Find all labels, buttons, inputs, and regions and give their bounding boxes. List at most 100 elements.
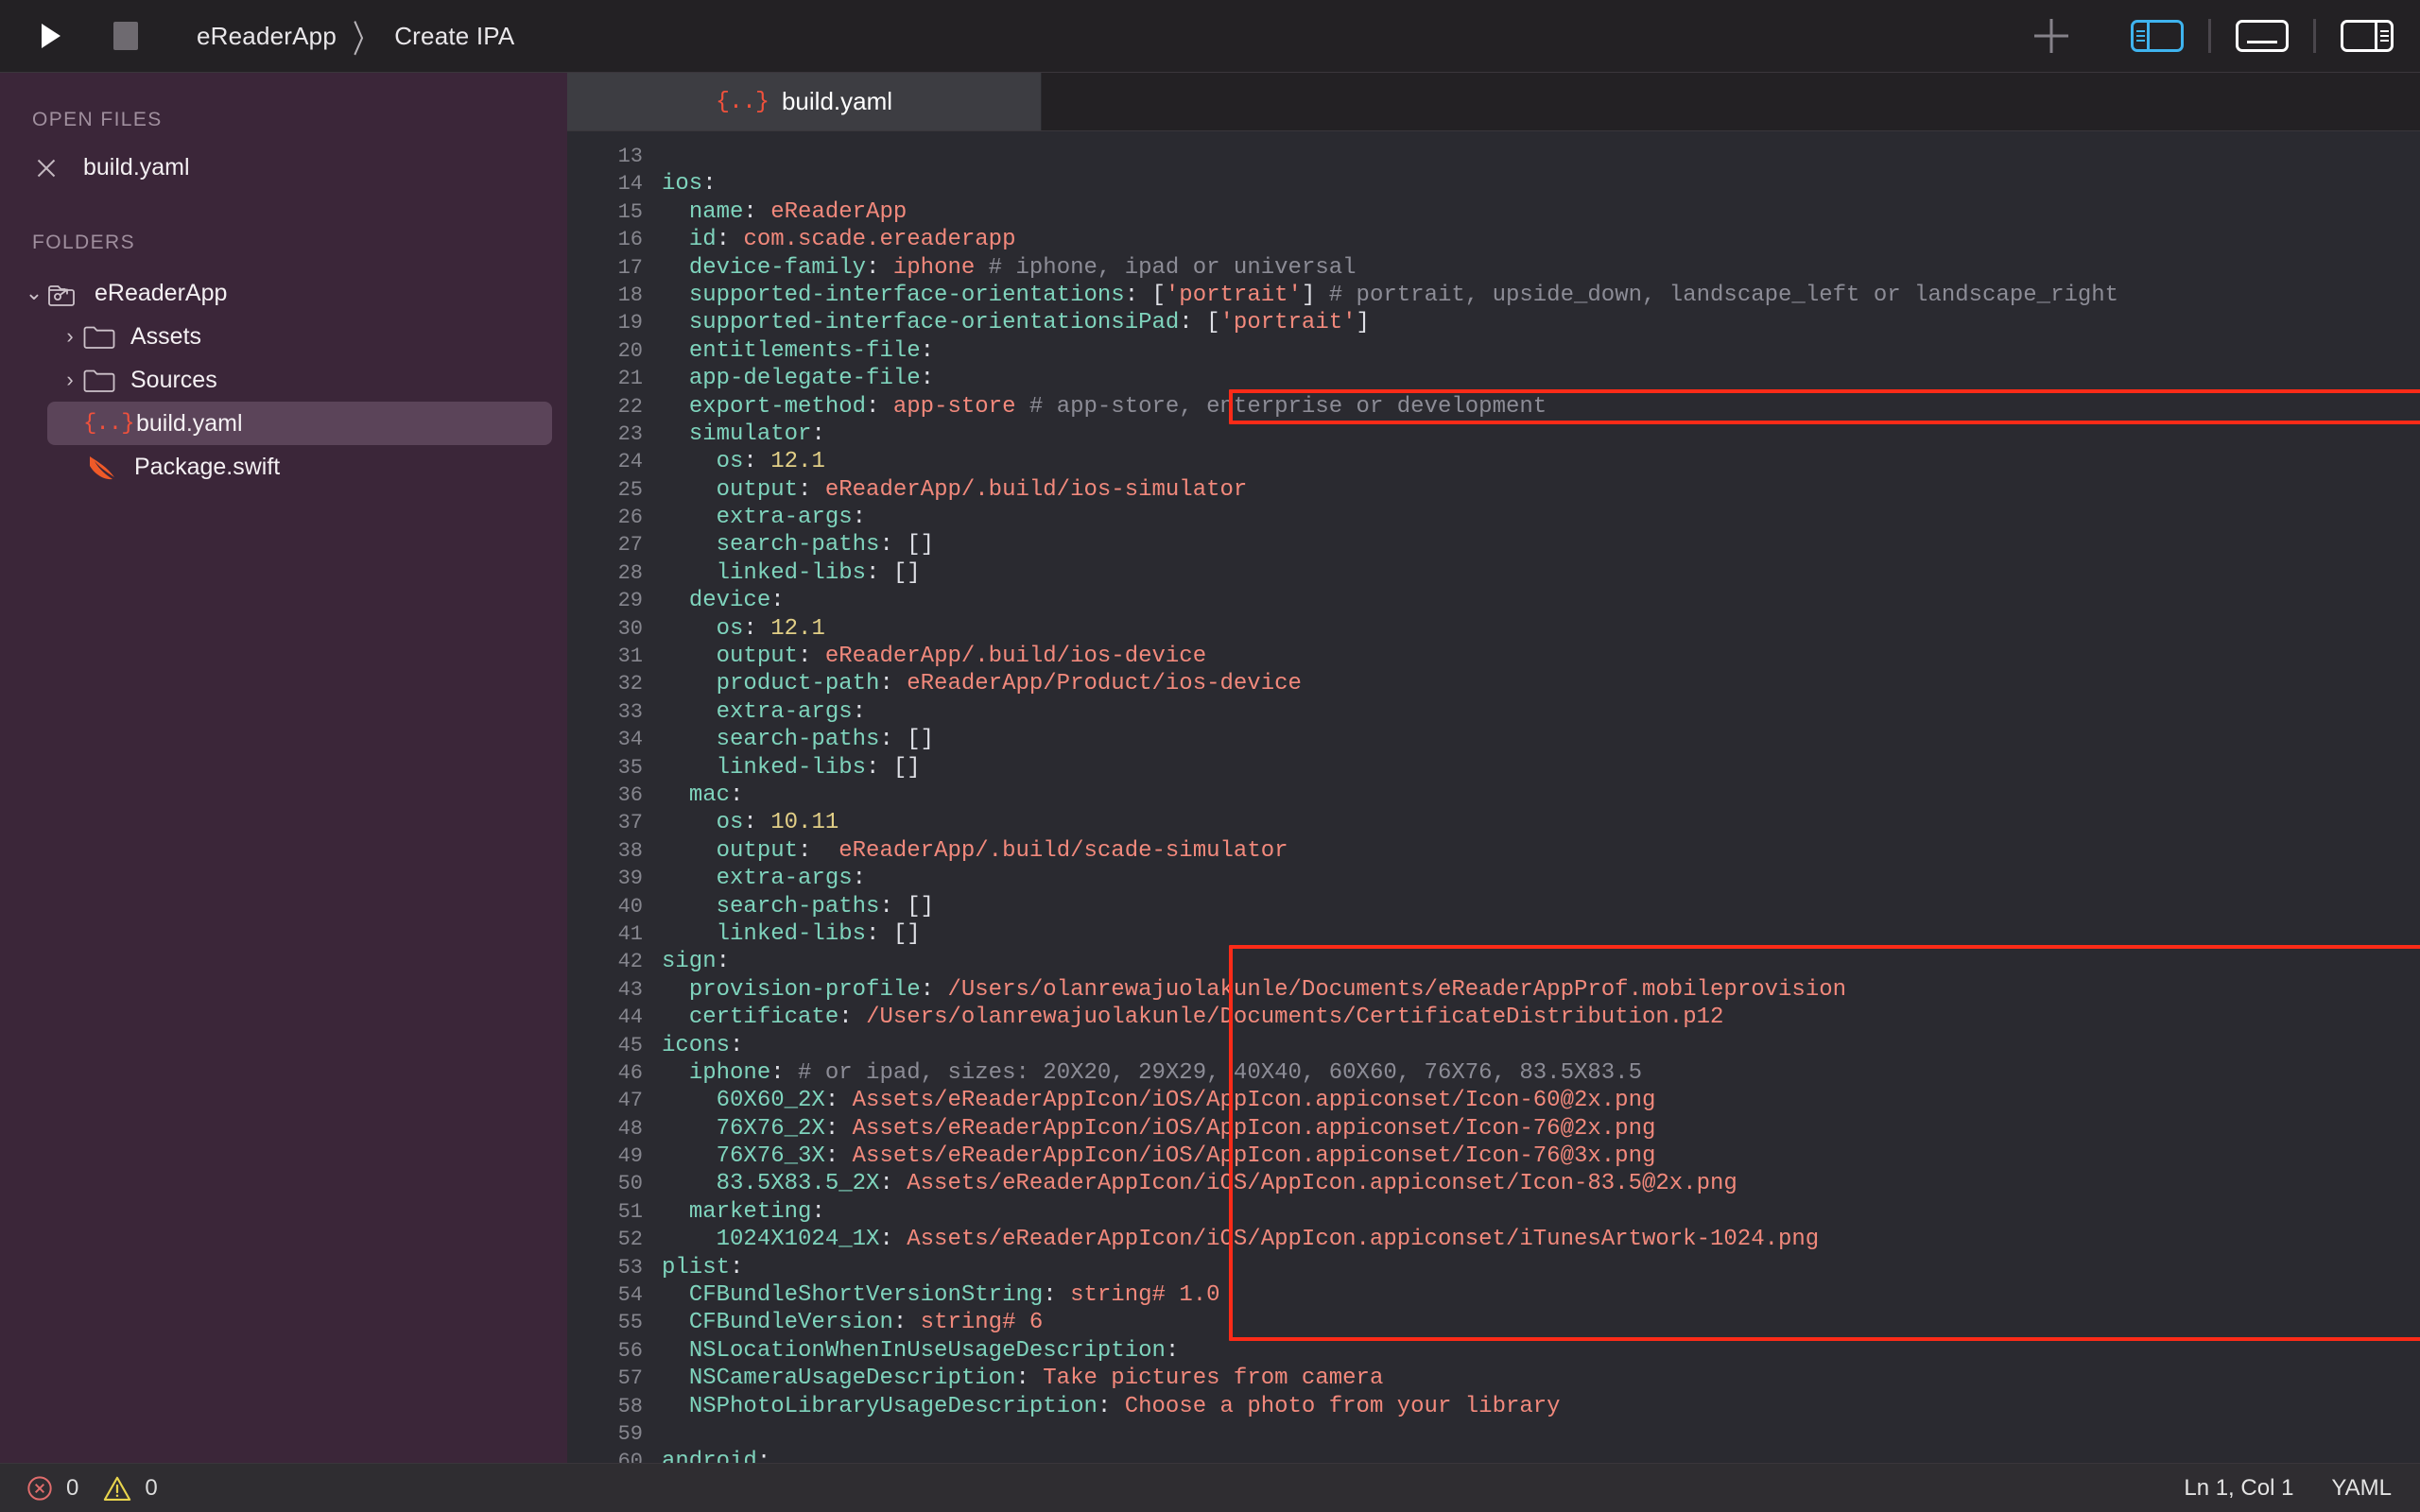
code-line[interactable]: os: 12.1 — [662, 448, 2420, 475]
code-token: : — [920, 366, 935, 392]
code-token: provision-profile — [688, 976, 921, 1003]
open-file-item[interactable]: build.yaml — [0, 143, 567, 192]
code-line[interactable]: 76X76_3X: Assets/eReaderAppIcon/iOS/AppI… — [662, 1143, 2420, 1170]
code-token: : — [730, 782, 744, 808]
toggle-right-sidebar-button[interactable] — [2341, 20, 2394, 52]
code-line[interactable]: 76X76_2X: Assets/eReaderAppIcon/iOS/AppI… — [662, 1115, 2420, 1143]
code-editor[interactable]: 13 14 15 16 17 18 19 20 21 22 23 24 25 26 27 28 29 30 31 32… — [567, 131, 2420, 1463]
code-token: # or ipad, sizes: 20X20, 29X29, 40X40, 6… — [784, 1059, 1642, 1086]
code-line[interactable]: icons: — [662, 1032, 2420, 1059]
code-line[interactable]: search-paths: [] — [662, 893, 2420, 920]
code-line[interactable]: extra-args: — [662, 504, 2420, 531]
language-mode[interactable]: YAML — [2331, 1475, 2392, 1502]
code-line[interactable]: os: 12.1 — [662, 615, 2420, 643]
tree-item-build-yaml[interactable]: ›{..}build.yaml — [47, 402, 552, 445]
toggle-bottom-panel-button[interactable] — [2236, 20, 2289, 52]
disclosure-chevron-icon[interactable]: ⌄ — [21, 281, 47, 305]
code-token: ios — [662, 171, 703, 198]
code-token: mac — [688, 782, 731, 808]
code-line[interactable]: 83.5X83.5_2X: Assets/eReaderAppIcon/iOS/… — [662, 1170, 2420, 1197]
tab-build-yaml[interactable]: {..} build.yaml — [567, 73, 1042, 130]
line-number: 60 — [617, 1450, 643, 1463]
code-line[interactable]: simulator: — [662, 421, 2420, 448]
disclosure-chevron-icon[interactable]: › — [57, 368, 83, 392]
line-number: 41 — [617, 921, 643, 946]
code-line[interactable]: NSCameraUsageDescription: Take pictures … — [662, 1365, 2420, 1392]
error-status[interactable]: 0 — [26, 1475, 78, 1502]
code-line[interactable]: supported-interface-orientations: ['port… — [662, 282, 2420, 309]
code-content[interactable]: ios: name: eReaderApp id: com.scade.erea… — [648, 131, 2420, 1463]
code-line[interactable]: linked-libs: [] — [662, 754, 2420, 782]
code-line[interactable]: id: com.scade.ereaderapp — [662, 226, 2420, 253]
tree-item-sources[interactable]: › Sources — [47, 358, 552, 402]
code-line[interactable]: plist: — [662, 1254, 2420, 1281]
code-line[interactable]: mac: — [662, 782, 2420, 809]
code-line[interactable]: supported-interface-orientationsiPad: ['… — [662, 309, 2420, 336]
code-line[interactable]: CFBundleVersion: string# 6 — [662, 1309, 2420, 1336]
breadcrumb-item-scheme[interactable]: Create IPA — [394, 22, 514, 51]
code-line[interactable]: ios: — [662, 170, 2420, 198]
close-icon[interactable] — [32, 153, 60, 181]
code-line[interactable]: linked-libs: [] — [662, 920, 2420, 948]
code-line[interactable]: NSLocationWhenInUseUsageDescription: — [662, 1337, 2420, 1365]
tree-item-ereaderapp[interactable]: ⌄ eReaderApp — [11, 271, 552, 315]
code-line[interactable] — [662, 143, 2420, 170]
cursor-position[interactable]: Ln 1, Col 1 — [2184, 1475, 2293, 1502]
code-token: supported-interface-orientationsiPad — [688, 310, 1180, 336]
code-line[interactable]: output: eReaderApp/.build/ios-simulator — [662, 476, 2420, 504]
line-number: 44 — [617, 1005, 643, 1030]
code-line[interactable]: NSPhotoLibraryUsageDescription: Choose a… — [662, 1393, 2420, 1420]
line-number: 24 — [617, 450, 643, 474]
code-line[interactable]: entitlements-file: — [662, 337, 2420, 365]
line-number: 20 — [617, 338, 643, 363]
code-line[interactable]: search-paths: [] — [662, 726, 2420, 753]
code-line[interactable]: provision-profile: /Users/olanrewajuolak… — [662, 976, 2420, 1004]
line-number: 53 — [617, 1255, 643, 1280]
play-icon — [42, 24, 60, 48]
code-line[interactable]: search-paths: [] — [662, 531, 2420, 558]
code-line[interactable]: extra-args: — [662, 698, 2420, 726]
code-token: : — [866, 254, 893, 281]
run-button[interactable] — [32, 17, 70, 55]
code-line[interactable]: export-method: app-store # app-store, en… — [662, 393, 2420, 421]
code-line[interactable]: 1024X1024_1X: Assets/eReaderAppIcon/iOS/… — [662, 1226, 2420, 1253]
code-line[interactable]: iphone: # or ipad, sizes: 20X20, 29X29, … — [662, 1059, 2420, 1087]
breadcrumb-item-project[interactable]: eReaderApp — [197, 22, 337, 51]
line-number: 48 — [617, 1116, 643, 1141]
line-number: 51 — [617, 1199, 643, 1224]
code-line[interactable]: linked-libs: [] — [662, 559, 2420, 587]
stop-button[interactable] — [104, 17, 147, 55]
line-number: 57 — [617, 1366, 643, 1391]
stop-icon — [113, 22, 138, 50]
code-line[interactable]: sign: — [662, 948, 2420, 975]
code-line[interactable]: extra-args: — [662, 865, 2420, 892]
code-line[interactable]: marketing: — [662, 1198, 2420, 1226]
tree-item-assets[interactable]: › Assets — [47, 315, 552, 358]
code-line[interactable]: app-delegate-file: — [662, 365, 2420, 392]
add-icon[interactable] — [2025, 9, 2078, 62]
line-number: 13 — [617, 145, 643, 168]
code-line[interactable]: android: — [662, 1448, 2420, 1463]
code-line[interactable]: os: 10.11 — [662, 809, 2420, 836]
disclosure-chevron-icon[interactable]: › — [57, 324, 83, 349]
code-line[interactable]: output: eReaderApp/.build/ios-device — [662, 643, 2420, 670]
code-line[interactable]: CFBundleShortVersionString: string# 1.0 — [662, 1281, 2420, 1309]
code-line[interactable]: 60X60_2X: Assets/eReaderAppIcon/iOS/AppI… — [662, 1087, 2420, 1114]
code-line[interactable]: device-family: iphone # iphone, ipad or … — [662, 254, 2420, 282]
tree-item-label: eReaderApp — [95, 279, 228, 306]
tree-item-package-swift[interactable]: ›Package.swift — [47, 445, 552, 489]
code-line[interactable]: output: eReaderApp/.build/scade-simulato… — [662, 837, 2420, 865]
line-number: 15 — [617, 199, 643, 224]
code-line[interactable]: product-path: eReaderApp/Product/ios-dev… — [662, 670, 2420, 697]
code-line[interactable]: certificate: /Users/olanrewajuolakunle/D… — [662, 1004, 2420, 1031]
code-line[interactable] — [662, 1420, 2420, 1448]
toggle-left-sidebar-button[interactable] — [2131, 20, 2184, 52]
code-line[interactable]: name: eReaderApp — [662, 198, 2420, 226]
repo-folder-icon — [47, 281, 79, 306]
code-line[interactable]: device: — [662, 587, 2420, 614]
warning-status[interactable]: 0 — [103, 1475, 158, 1502]
